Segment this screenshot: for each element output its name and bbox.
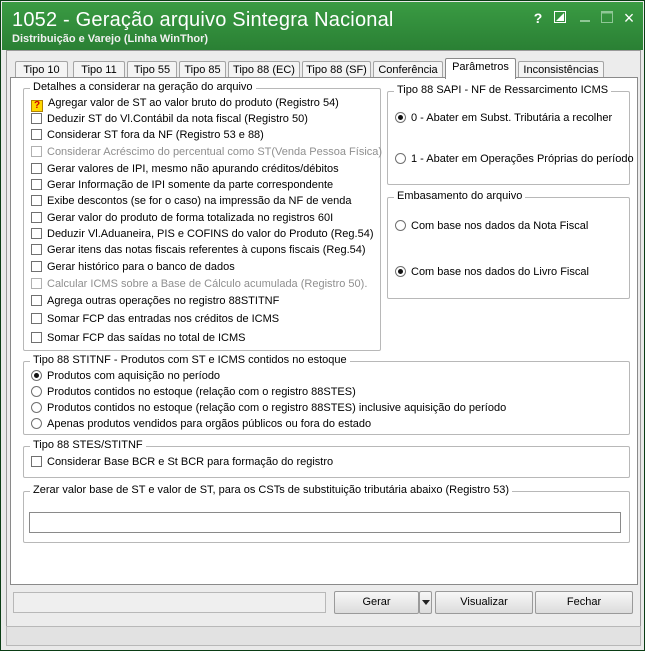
checkbox-exibe-descontos[interactable]: Exibe descontos (se for o caso) na impre… [31,194,352,210]
radio-sapi-0[interactable]: 0 - Abater em Subst. Tributária a recolh… [395,111,612,127]
checkbox-gerar-info-ipi[interactable]: Gerar Informação de IPI somente da parte… [31,178,333,194]
gerar-dropdown-button[interactable] [419,591,432,614]
minimize-icon [576,9,594,27]
checkbox-calcular-icms: Calcular ICMS sobre a Base de Cálculo ac… [31,277,367,293]
parametros-panel: Detalhes a considerar na geração do arqu… [10,77,638,585]
stes-group-title: Tipo 88 STES/STITNF [30,439,146,451]
checkbox-gerar-ipi[interactable]: Gerar valores de IPI, mesmo não apurando… [31,162,339,178]
checkbox-considerar-acrescimo: Considerar Acréscimo do percentual como … [31,145,382,161]
window-subtitle: Distribuição e Varejo (Linha WinThor) [12,33,209,45]
help-icon[interactable]: ? [529,9,547,27]
checkbox-somar-fcp-entradas[interactable]: Somar FCP das entradas nos créditos de I… [31,312,279,328]
checkbox-considerar-st-fora[interactable]: Considerar ST fora da NF (Registro 53 e … [31,128,264,144]
radio-livro-fiscal[interactable]: Com base nos dados do Livro Fiscal [395,265,589,281]
radio-aquisicao-periodo[interactable]: Produtos com aquisição no período [31,369,220,385]
sapi-group-title: Tipo 88 SAPI - NF de Ressarcimento ICMS [394,84,612,96]
zerar-group-title: Zerar valor base de ST e valor de ST, pa… [30,484,513,496]
checkbox-deduzir-aduaneira[interactable]: Deduzir Vl.Aduaneira, PIS e COFINS do va… [31,227,374,243]
restore-icon[interactable] [551,9,569,27]
embasamento-group: Embasamento do arquivo [387,190,630,299]
help-icon[interactable]: ? [31,100,43,112]
close-icon[interactable]: × [620,9,638,27]
status-field [13,592,326,613]
checkbox-somar-fcp-saidas[interactable]: Somar FCP das saídas no total de ICMS [31,331,246,347]
status-bar [6,626,641,646]
checkbox-gerar-valor-totalizado[interactable]: Gerar valor do produto de forma totaliza… [31,211,333,227]
checkbox-gerar-itens-cupons[interactable]: Gerar itens das notas fiscais referentes… [31,243,366,259]
title-bar[interactable]: 1052 - Geração arquivo Sintegra Nacional… [2,2,643,50]
fechar-button[interactable]: Fechar [535,591,633,614]
sapi-group: Tipo 88 SAPI - NF de Ressarcimento ICMS [387,84,630,185]
visualizar-button[interactable]: Visualizar [435,591,533,614]
stitnf-group-title: Tipo 88 STITNF - Produtos com ST e ICMS … [30,354,350,366]
window-title: 1052 - Geração arquivo Sintegra Nacional [12,9,394,31]
radio-sapi-1[interactable]: 1 - Abater em Operações Próprias do perí… [395,152,634,168]
radio-nota-fiscal[interactable]: Com base nos dados da Nota Fiscal [395,219,588,235]
tab-parametros[interactable]: Parâmetros [445,58,516,79]
radio-contidos-estoque-inclusive[interactable]: Produtos contidos no estoque (relação co… [31,401,506,417]
checkbox-considerar-base-bcr[interactable]: Considerar Base BCR e St BCR para formaç… [31,455,333,471]
cst-input[interactable] [29,512,621,533]
radio-contidos-estoque[interactable]: Produtos contidos no estoque (relação co… [31,385,356,401]
chevron-down-icon [421,600,430,605]
checkbox-agrega-outras[interactable]: Agrega outras operações no registro 88ST… [31,294,279,310]
detalhes-group-title: Detalhes a considerar na geração do arqu… [30,81,256,93]
main-window: 1052 - Geração arquivo Sintegra Nacional… [0,0,645,651]
maximize-icon [598,9,616,27]
gerar-button[interactable]: Gerar [334,591,419,614]
checkbox-deduzir-st[interactable]: Deduzir ST do Vl.Contábil da nota fiscal… [31,112,308,128]
radio-orgaos-publicos[interactable]: Apenas produtos vendidos para orgãos púb… [31,417,371,433]
embasamento-group-title: Embasamento do arquivo [394,190,526,202]
checkbox-agregar-st[interactable]: ? Agregar valor de ST ao valor bruto do p… [31,96,339,112]
checkbox-gerar-historico[interactable]: Gerar histórico para o banco de dados [31,260,235,276]
